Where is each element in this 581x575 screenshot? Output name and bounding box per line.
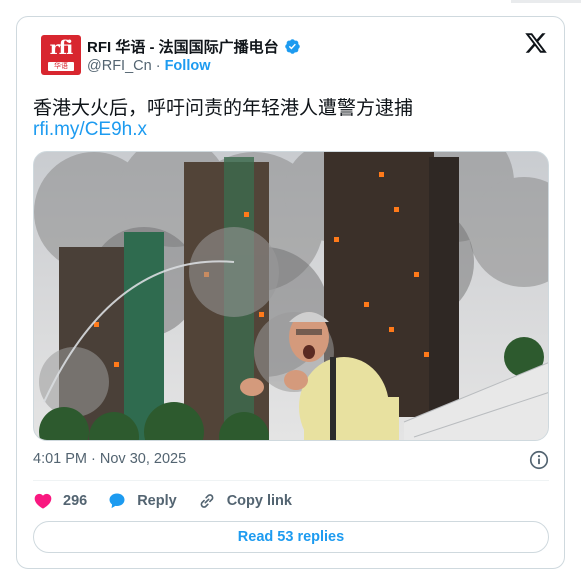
tweet-link[interactable]: rfi.my/CE9h.x: [33, 119, 147, 141]
top-strip-mark: [511, 0, 581, 3]
handle-row: @RFI_Cn · Follow: [87, 58, 211, 74]
like-button[interactable]: 296: [33, 491, 87, 511]
avatar-logo-text: rfi: [49, 37, 73, 59]
heart-icon: [34, 493, 52, 509]
copy-link-label: Copy link: [226, 493, 292, 509]
tweet-photo[interactable]: [33, 151, 549, 441]
avatar[interactable]: rfi 华语: [41, 35, 81, 75]
handle[interactable]: @RFI_Cn: [87, 58, 152, 74]
fire-scene-illustration: [34, 152, 548, 440]
avatar-logo-subtext: 华语: [48, 62, 74, 71]
reply-label: Reply: [137, 493, 177, 509]
top-strip: [0, 0, 581, 6]
reply-button[interactable]: Reply: [107, 491, 177, 511]
handle-separator: ·: [151, 58, 165, 74]
divider-top: [33, 480, 549, 481]
link-icon: [200, 494, 214, 508]
tweet-text: 香港大火后，呼吁问责的年轻港人遭警方逮捕: [33, 98, 414, 119]
x-logo-icon[interactable]: [524, 31, 548, 55]
verified-badge-icon: [284, 38, 300, 54]
info-icon[interactable]: [528, 449, 550, 471]
read-replies-button[interactable]: Read 53 replies: [33, 521, 549, 553]
tweet-card: rfi 华语 RFI 华语 - 法国国际广播电台 @RFI_Cn · Follo…: [16, 16, 565, 569]
follow-button[interactable]: Follow: [165, 58, 211, 74]
display-name[interactable]: RFI 华语 - 法国国际广播电台: [87, 36, 279, 57]
like-count: 296: [63, 493, 88, 509]
reply-bubble-icon: [109, 493, 125, 509]
timestamp[interactable]: 4:01 PM · Nov 30, 2025: [33, 451, 186, 467]
copy-link-button[interactable]: Copy link: [197, 491, 292, 511]
author-name-row: RFI 华语 - 法国国际广播电台: [87, 36, 301, 56]
action-bar: 296 Reply Copy link: [33, 489, 312, 513]
